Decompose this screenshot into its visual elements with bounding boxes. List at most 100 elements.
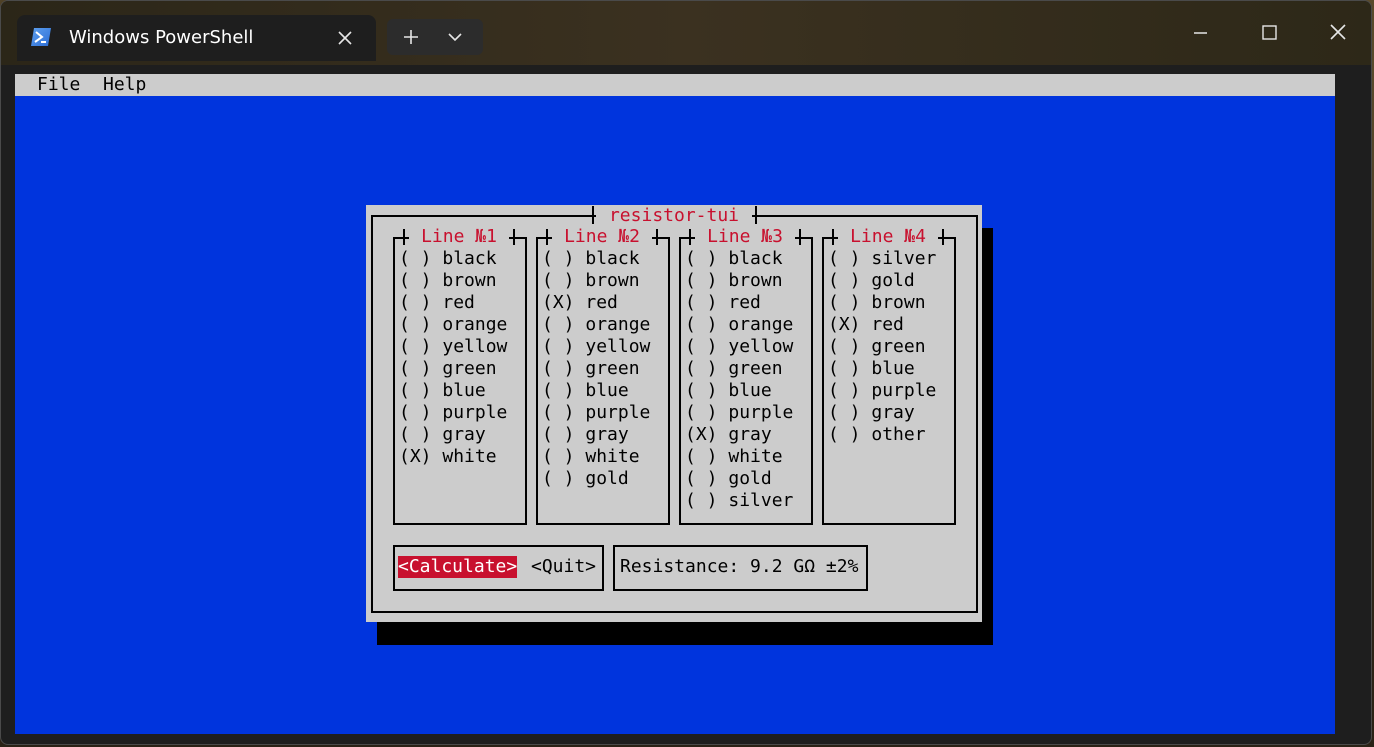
- radio-option-line2-gold[interactable]: ( ) gold: [542, 468, 629, 490]
- radio-mark: ( ): [542, 468, 575, 489]
- radio-option-line3-gray[interactable]: (X) gray: [685, 424, 772, 446]
- close-icon[interactable]: [333, 26, 357, 50]
- radio-spacer: [432, 336, 443, 357]
- menu-help[interactable]: Help: [103, 74, 146, 96]
- radio-option-line3-red[interactable]: ( ) red: [685, 292, 761, 314]
- radio-label: silver: [871, 248, 937, 269]
- radio-option-line3-brown[interactable]: ( ) brown: [685, 270, 783, 292]
- radio-option-line3-white[interactable]: ( ) white: [685, 446, 783, 468]
- plus-icon[interactable]: [387, 19, 435, 55]
- radio-label: black: [728, 248, 783, 269]
- radio-option-line3-silver[interactable]: ( ) silver: [685, 490, 793, 512]
- radio-option-line1-white[interactable]: (X) white: [399, 446, 497, 468]
- radio-mark: ( ): [542, 446, 575, 467]
- radio-option-line3-gold[interactable]: ( ) gold: [685, 468, 772, 490]
- radio-option-line4-brown[interactable]: ( ) brown: [828, 292, 926, 314]
- radio-option-line4-other[interactable]: ( ) other: [828, 424, 926, 446]
- radio-label: red: [871, 314, 904, 335]
- radio-mark: ( ): [399, 380, 432, 401]
- radio-spacer: [575, 292, 586, 313]
- group-label-line-1: Line №1: [409, 226, 509, 248]
- close-icon[interactable]: [1315, 15, 1361, 51]
- radio-spacer: [718, 490, 729, 511]
- radio-spacer: [432, 424, 443, 445]
- radio-mark: ( ): [828, 380, 861, 401]
- menu-file[interactable]: File: [37, 74, 80, 96]
- radio-option-line2-blue[interactable]: ( ) blue: [542, 380, 629, 402]
- radio-mark: ( ): [542, 402, 575, 423]
- radio-label: orange: [585, 314, 651, 335]
- radio-spacer: [432, 314, 443, 335]
- radio-option-line3-green[interactable]: ( ) green: [685, 358, 783, 380]
- radio-label: green: [728, 358, 783, 379]
- radio-label: white: [728, 446, 783, 467]
- radio-mark: ( ): [399, 424, 432, 445]
- radio-spacer: [861, 424, 872, 445]
- radio-spacer: [432, 402, 443, 423]
- quit-button[interactable]: <Quit>: [531, 556, 596, 578]
- radio-option-line1-orange[interactable]: ( ) orange: [399, 314, 507, 336]
- radio-option-line1-red[interactable]: ( ) red: [399, 292, 475, 314]
- radio-option-line1-green[interactable]: ( ) green: [399, 358, 497, 380]
- radio-option-line4-silver[interactable]: ( ) silver: [828, 248, 936, 270]
- radio-label: green: [871, 336, 926, 357]
- radio-option-line4-green[interactable]: ( ) green: [828, 336, 926, 358]
- radio-option-line1-gray[interactable]: ( ) gray: [399, 424, 486, 446]
- radio-option-line3-black[interactable]: ( ) black: [685, 248, 783, 270]
- radio-spacer: [718, 358, 729, 379]
- radio-spacer: [575, 380, 586, 401]
- radio-option-line2-gray[interactable]: ( ) gray: [542, 424, 629, 446]
- radio-option-line4-gray[interactable]: ( ) gray: [828, 402, 915, 424]
- radio-spacer: [575, 446, 586, 467]
- maximize-icon[interactable]: [1246, 15, 1292, 51]
- radio-option-line3-blue[interactable]: ( ) blue: [685, 380, 772, 402]
- radio-option-line1-black[interactable]: ( ) black: [399, 248, 497, 270]
- chevron-down-icon[interactable]: [435, 19, 483, 55]
- radio-option-line4-gold[interactable]: ( ) gold: [828, 270, 915, 292]
- radio-mark: ( ): [828, 424, 861, 445]
- radio-option-line4-purple[interactable]: ( ) purple: [828, 380, 936, 402]
- radio-label: black: [585, 248, 640, 269]
- radio-mark: ( ): [685, 402, 718, 423]
- radio-option-line2-yellow[interactable]: ( ) yellow: [542, 336, 650, 358]
- radio-label: silver: [728, 490, 794, 511]
- radio-mark: ( ): [399, 292, 432, 313]
- radio-option-line3-purple[interactable]: ( ) purple: [685, 402, 793, 424]
- minimize-icon[interactable]: [1177, 15, 1223, 51]
- radio-label: blue: [442, 380, 486, 401]
- tab-powershell[interactable]: Windows PowerShell: [17, 15, 376, 61]
- radio-label: purple: [728, 402, 794, 423]
- radio-label: purple: [871, 380, 937, 401]
- radio-option-line4-red[interactable]: (X) red: [828, 314, 904, 336]
- radio-option-line2-red[interactable]: (X) red: [542, 292, 618, 314]
- group-label-line-4: Line №4: [838, 226, 938, 248]
- radio-label: yellow: [728, 336, 794, 357]
- radio-spacer: [718, 402, 729, 423]
- radio-spacer: [575, 468, 586, 489]
- radio-mark: ( ): [542, 380, 575, 401]
- radio-option-line2-brown[interactable]: ( ) brown: [542, 270, 640, 292]
- radio-mark: ( ): [685, 292, 718, 313]
- radio-option-line2-purple[interactable]: ( ) purple: [542, 402, 650, 424]
- radio-mark: ( ): [685, 336, 718, 357]
- radio-option-line3-yellow[interactable]: ( ) yellow: [685, 336, 793, 358]
- radio-spacer: [861, 380, 872, 401]
- group-tick-right: [656, 229, 658, 245]
- radio-option-line1-blue[interactable]: ( ) blue: [399, 380, 486, 402]
- radio-option-line1-brown[interactable]: ( ) brown: [399, 270, 497, 292]
- radio-mark: ( ): [542, 314, 575, 335]
- radio-spacer: [861, 358, 872, 379]
- radio-option-line3-orange[interactable]: ( ) orange: [685, 314, 793, 336]
- radio-option-line2-orange[interactable]: ( ) orange: [542, 314, 650, 336]
- radio-option-line1-yellow[interactable]: ( ) yellow: [399, 336, 507, 358]
- radio-option-line4-blue[interactable]: ( ) blue: [828, 358, 915, 380]
- calculate-button[interactable]: <Calculate>: [398, 556, 518, 578]
- radio-option-line2-green[interactable]: ( ) green: [542, 358, 640, 380]
- radio-label: brown: [871, 292, 926, 313]
- radio-option-line2-white[interactable]: ( ) white: [542, 446, 640, 468]
- radio-option-line1-purple[interactable]: ( ) purple: [399, 402, 507, 424]
- radio-label: brown: [585, 270, 640, 291]
- radio-mark: ( ): [399, 248, 432, 269]
- radio-option-line2-black[interactable]: ( ) black: [542, 248, 640, 270]
- title-tick-left: [592, 206, 594, 224]
